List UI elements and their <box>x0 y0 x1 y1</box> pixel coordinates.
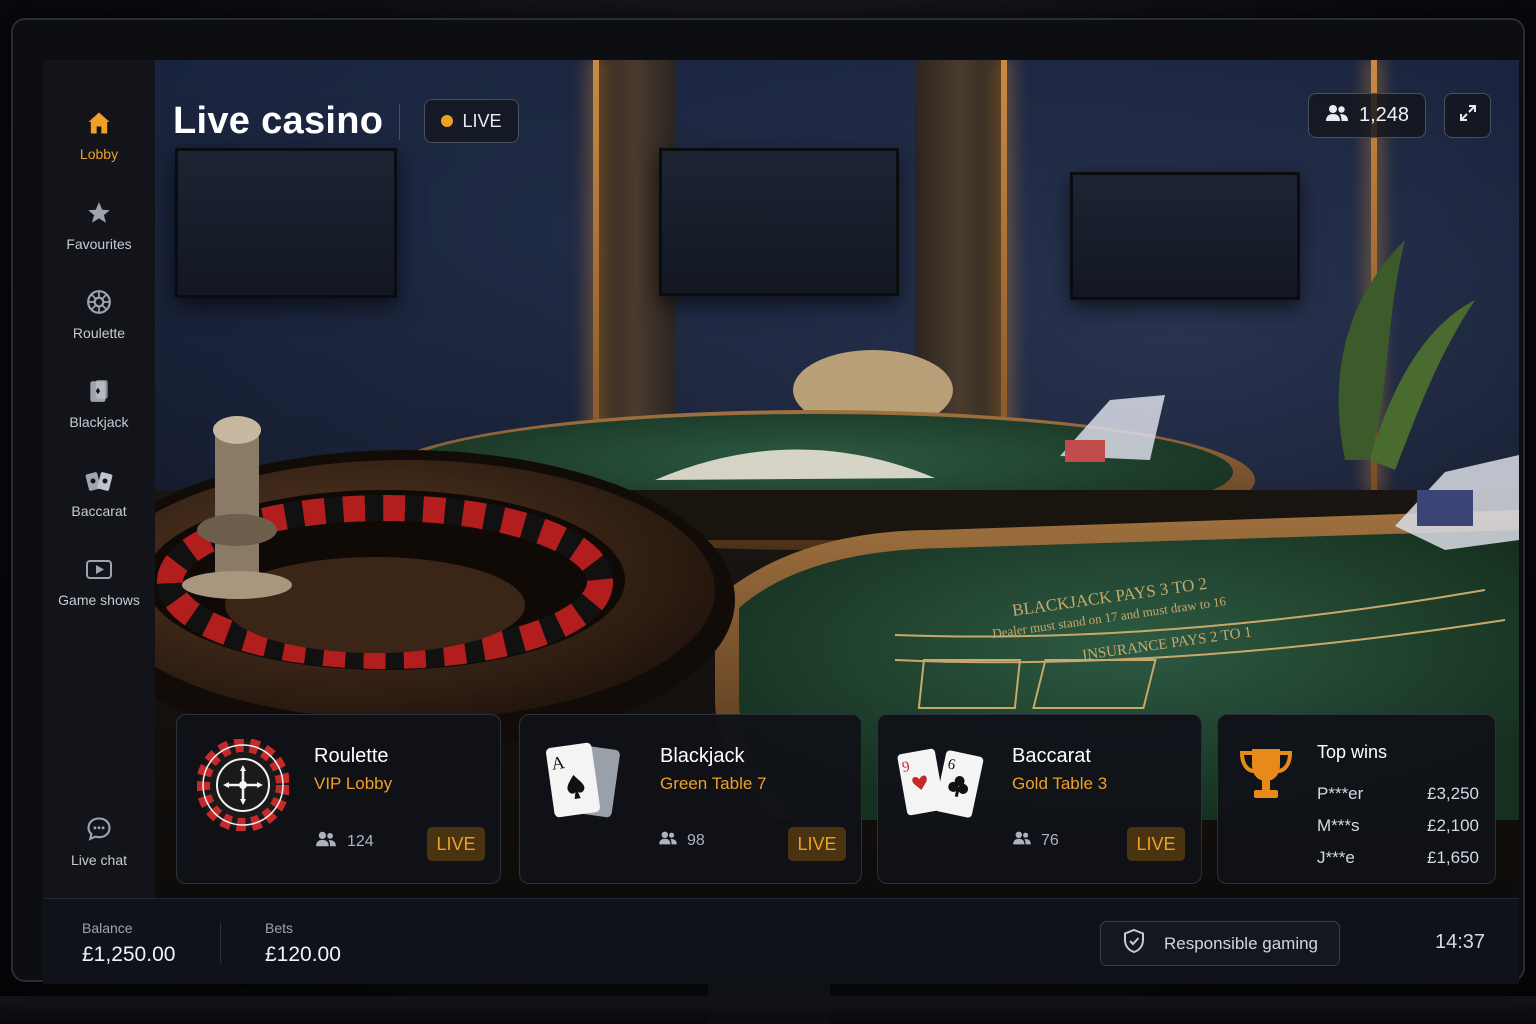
bets-label: Bets <box>265 920 294 936</box>
clock: 14:37 <box>1435 931 1486 953</box>
expand-icon <box>1458 103 1478 128</box>
trophy-icon <box>1238 745 1294 808</box>
balance-label: Balance <box>82 920 133 936</box>
star-icon <box>84 198 114 228</box>
card-game-name: Baccarat <box>1012 745 1091 767</box>
win-player: J***e <box>1317 848 1355 867</box>
live-dot-icon <box>441 115 454 127</box>
roulette-icon <box>84 287 114 317</box>
win-player: P***er <box>1317 784 1364 803</box>
sidebar-item-label: Lobby <box>79 146 119 162</box>
footer-divider <box>220 923 221 963</box>
balance-value: £1,250.00 <box>82 943 176 966</box>
users-icon <box>1325 103 1349 129</box>
card-game-name: Roulette <box>314 745 389 767</box>
win-player: M***s <box>1317 816 1360 835</box>
game-card-roulette[interactable]: Roulette VIP Lobby 124 LIVE <box>176 714 501 884</box>
live-chat-button[interactable]: Live chat <box>43 814 155 894</box>
sidebar-item-favourites[interactable]: Favourites <box>43 198 155 278</box>
sidebar-item-blackjack[interactable]: Blackjack <box>43 376 155 456</box>
users-icon <box>314 830 338 853</box>
bottom-bar: Balance £1,250.00 Bets £120.00 Responsib… <box>43 898 1519 984</box>
users-icon <box>658 830 678 851</box>
viewer-count: 1,248 <box>1308 93 1426 138</box>
live-status-badge: LIVE <box>424 99 519 143</box>
title-divider <box>399 104 400 140</box>
card-player-count: 124 <box>314 830 374 853</box>
responsible-gaming-button[interactable]: Responsible gaming <box>1100 921 1340 966</box>
top-win-row: J***e £1,650 <box>1317 848 1479 868</box>
ace-of-spades-icon: A <box>542 739 628 834</box>
baccarat-cards-icon: 9 6 <box>896 743 992 832</box>
users-icon <box>1012 830 1032 851</box>
responsible-gaming-label: Responsible gaming <box>1163 933 1319 953</box>
top-win-row: M***s £2,100 <box>1317 816 1479 836</box>
sidebar-item-label: Favourites <box>66 236 132 252</box>
sidebar: Lobby Favourites Roulette Blackjack Bacc… <box>43 60 155 898</box>
viewer-count-value: 1,248 <box>1358 104 1410 126</box>
sidebar-item-baccarat[interactable]: Baccarat <box>43 465 155 545</box>
win-amount: £1,650 <box>1427 848 1479 867</box>
sidebar-item-label: Blackjack <box>69 414 129 430</box>
sidebar-item-label: Roulette <box>72 325 126 341</box>
sidebar-item-label: Live chat <box>70 852 128 868</box>
card-game-name: Blackjack <box>660 745 745 767</box>
sidebar-item-label: Baccarat <box>71 503 127 519</box>
sidebar-item-roulette[interactable]: Roulette <box>43 287 155 367</box>
top-wins-panel: Top wins P***er £3,250 M***s £2,100 J***… <box>1217 714 1496 884</box>
playing-card-icon <box>84 376 114 406</box>
card-player-count: 76 <box>1012 830 1059 851</box>
live-label: LIVE <box>462 110 502 131</box>
sidebar-item-lobby[interactable]: Lobby <box>43 108 155 188</box>
monitor-stand <box>708 978 830 1024</box>
sidebar-item-label: Game shows <box>58 592 140 608</box>
top-wins-title: Top wins <box>1317 742 1388 762</box>
live-badge: LIVE <box>427 827 485 861</box>
live-badge: LIVE <box>788 827 846 861</box>
win-amount: £3,250 <box>1427 784 1479 803</box>
fullscreen-button[interactable] <box>1444 93 1491 138</box>
roulette-wheel-icon <box>196 738 290 836</box>
cards-fan-icon <box>84 465 114 495</box>
card-table-name: Gold Table 3 <box>1012 774 1108 793</box>
card-player-count: 98 <box>658 830 705 851</box>
svg-text:A: A <box>550 752 566 774</box>
player-count-value: 124 <box>347 832 374 850</box>
video-play-icon <box>84 554 114 584</box>
live-badge: LIVE <box>1127 827 1185 861</box>
card-table-name: Green Table 7 <box>660 774 767 793</box>
sidebar-item-game-shows[interactable]: Game shows <box>43 554 155 634</box>
game-card-baccarat[interactable]: 9 6 Baccarat Gold Table 3 76 LIVE <box>877 714 1202 884</box>
chat-bubble-icon <box>84 814 114 844</box>
card-table-name: VIP Lobby <box>314 774 393 793</box>
player-count-value: 98 <box>687 831 705 849</box>
game-card-blackjack[interactable]: A Blackjack Green Table 7 98 LIVE <box>519 714 862 884</box>
top-win-row: P***er £3,250 <box>1317 784 1479 804</box>
home-icon <box>84 108 114 138</box>
app-screen: BLACKJACK PAYS 3 TO 2 Dealer must stand … <box>43 60 1519 984</box>
page-title: Live casino <box>173 100 384 142</box>
bets-value: £120.00 <box>265 943 341 966</box>
monitor-bezel: BLACKJACK PAYS 3 TO 2 Dealer must stand … <box>11 18 1525 984</box>
win-amount: £2,100 <box>1427 816 1479 835</box>
shield-check-icon <box>1122 928 1146 959</box>
player-count-value: 76 <box>1041 831 1059 849</box>
